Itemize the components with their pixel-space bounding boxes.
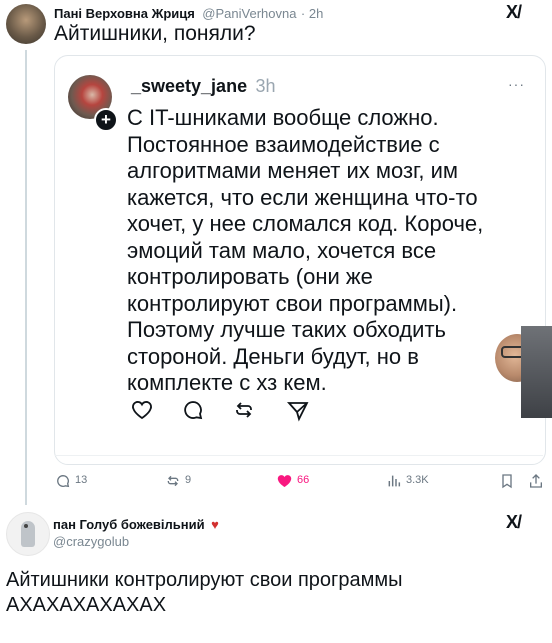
quoted-line: Поэтому лучше таких обходить (127, 317, 446, 342)
x-logo-icon: X/ (506, 2, 522, 22)
share-icon[interactable] (528, 472, 544, 490)
bottom-post-header: пан Голуб божевільний ♥ (53, 516, 219, 534)
heart-icon[interactable] (130, 398, 154, 422)
quoted-line: контролировать (они же (127, 264, 373, 289)
more-options-icon[interactable]: ··· (508, 76, 525, 92)
repost-icon[interactable] (164, 473, 182, 489)
quoted-post-body: С IT-шниками вообще сложно. Постоянное в… (127, 105, 537, 397)
quoted-line: комплекте с хз кем. (127, 370, 327, 395)
top-post-time[interactable]: · 2h (301, 6, 323, 21)
plus-badge-icon[interactable]: + (94, 108, 118, 132)
quoted-line: алгоритмами меняет их мозг, им (127, 158, 459, 183)
reply-count[interactable]: 13 (75, 474, 87, 486)
like-icon[interactable] (276, 473, 293, 489)
repost-count[interactable]: 9 (185, 474, 191, 486)
bottom-text-line: Айтишники контролируют свои программы (6, 569, 403, 591)
reply-icon[interactable] (55, 473, 71, 489)
sticker-image (495, 326, 552, 418)
quoted-post-time[interactable]: 3h (256, 76, 276, 96)
bottom-author-handle[interactable]: @crazygolub (53, 534, 129, 549)
card-divider (55, 455, 543, 456)
bottom-author-name[interactable]: пан Голуб божевільний (53, 517, 205, 532)
quoted-line: контролируют свои программы). (127, 290, 458, 316)
quoted-line: кажется, что если женщина что-то (127, 184, 478, 210)
quoted-author-name[interactable]: _sweety_jane 3h (131, 76, 276, 97)
bottom-text-line: АХАХАХАХАХАХ (6, 594, 167, 616)
send-icon[interactable] (286, 398, 310, 422)
bottom-author-avatar[interactable] (6, 512, 50, 556)
view-count[interactable]: 3.3K (406, 474, 429, 486)
repost-small-icon[interactable] (232, 398, 256, 422)
top-post-header: Пані Верховна Жриця @PaniVerhovna · 2h (54, 5, 323, 23)
x-logo-icon: X/ (506, 512, 522, 532)
quoted-line: стороной. Деньги будут, но в (127, 343, 419, 369)
like-count[interactable]: 66 (297, 474, 309, 486)
pigeon-emoji-icon: ♥ (211, 517, 219, 532)
quoted-line: С IT-шниками вообще сложно. (127, 105, 439, 130)
bottom-post-text: Айтишники контролируют свои программы АХ… (6, 568, 402, 618)
top-author-avatar[interactable] (6, 4, 46, 44)
thread-line (25, 50, 27, 505)
bookmark-icon[interactable] (499, 472, 515, 490)
top-author-name[interactable]: Пані Верховна Жриця (54, 6, 195, 21)
top-post-text: Айтишники, поняли? (54, 22, 256, 45)
comment-icon[interactable] (181, 398, 205, 422)
quoted-line: хочет, у нее сломался код. Короче, (127, 211, 484, 236)
views-icon[interactable] (386, 473, 402, 489)
top-author-handle[interactable]: @PaniVerhovna (202, 6, 296, 21)
quoted-line: эмоций там мало, хочется все (127, 237, 437, 263)
quoted-author-name-text[interactable]: _sweety_jane (131, 76, 247, 96)
quoted-line: Постоянное взаимодействие с (127, 131, 440, 157)
